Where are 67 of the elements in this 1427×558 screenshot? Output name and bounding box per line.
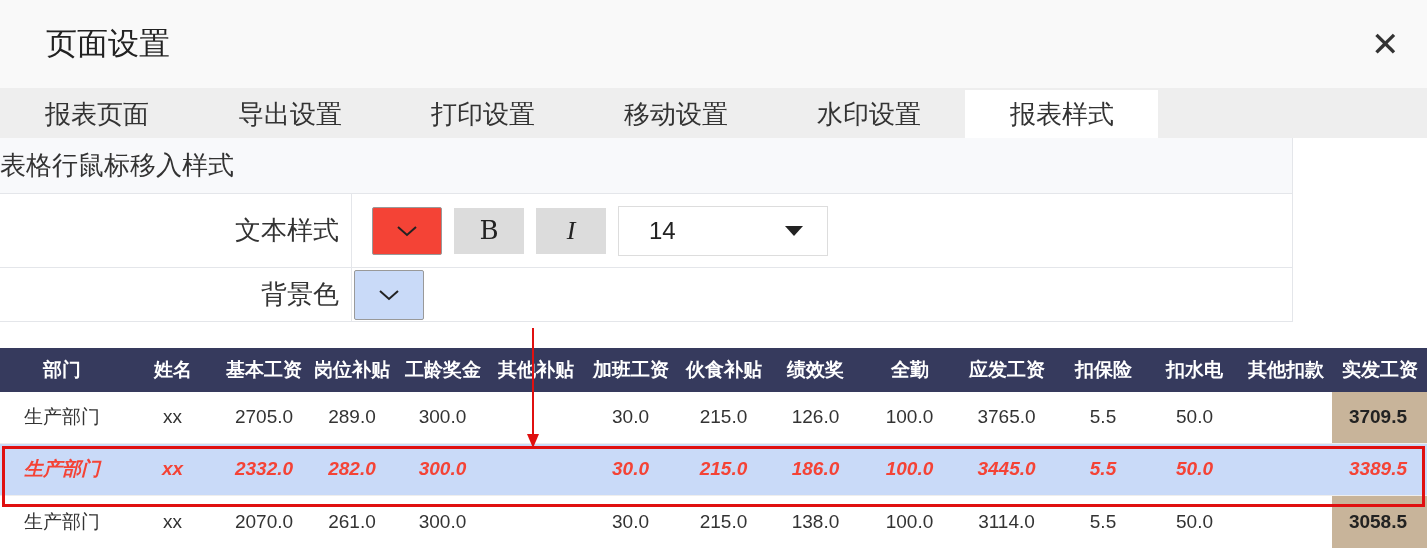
table-cell-text: 282.0 [328,457,376,482]
column-header: 扣水电 [1164,357,1224,382]
table-cell-text: 5.5 [1089,509,1117,534]
table-cell-text: 50.0 [1176,405,1213,430]
text-color-picker[interactable] [372,206,442,255]
table-cell-text: 30.0 [612,509,649,534]
column-header: 加班工资 [591,357,670,382]
table-cell-text: 3114.0 [978,509,1035,534]
table-cell-text: 3709.5 [1348,405,1407,430]
table-cell-text: 300.0 [418,509,467,534]
section-title: 表格行鼠标移入样式 [0,149,234,182]
table-cell-text: 5.5 [1089,405,1117,430]
table-cell-text: 50.0 [1176,509,1213,534]
table-cell-text: 300.0 [418,457,467,482]
field-label: 文本样式 [235,214,339,247]
table-cell-text: 186.0 [791,457,840,482]
table-cell-text: 生产部门 [24,405,100,430]
column-header: 其他扣款 [1246,357,1325,382]
table-cell-text: 30.0 [612,457,649,482]
table-cell-text: 5.5 [1089,457,1117,482]
table-cell-text: 289.0 [328,405,376,430]
bold-button[interactable]: B [454,207,524,254]
table-cell-text: 300.0 [418,405,467,430]
column-header: 工龄奖金 [403,357,482,382]
table-cell-text: 50.0 [1176,457,1213,482]
font-size-select[interactable]: 14 [618,205,828,256]
window-title: 页面设置 [46,24,170,63]
table-cell-text: 138.0 [791,509,840,534]
table-cell-text: 30.0 [612,405,649,430]
column-header: 应发工资 [967,357,1046,382]
table-cell-text: 126.0 [791,405,840,430]
table-cell-text: 2070.0 [234,509,294,534]
table-cell-text: 生产部门 [24,509,100,534]
table-cell-text: 100.0 [885,405,934,430]
dropdown-caret-icon [785,225,803,236]
column-header: 岗位补贴 [313,357,391,382]
table-cell-text: 3389.5 [1348,457,1407,482]
table-cell-text: xx [163,509,182,534]
close-button[interactable]: ✕ [1371,27,1399,61]
column-header: 姓名 [152,357,193,382]
background-color-picker[interactable] [354,269,424,320]
chevron-down-icon [396,224,418,237]
column-header: 扣保险 [1073,357,1133,382]
table-cell-text: 2332.0 [234,457,294,482]
tab[interactable]: 报表样式 [965,90,1158,138]
column-header: 绩效奖 [786,357,845,382]
table-cell-text: 3445.0 [977,457,1036,482]
table-cell-text: 100.0 [885,509,934,534]
table-cell-text: xx [163,405,182,430]
field-label: 背景色 [261,278,339,311]
table-cell-text: 215.0 [699,509,748,534]
table-cell-text: 2705.0 [234,405,294,430]
table-cell-text: 3058.5 [1348,509,1407,534]
table-cell-text: 生产部门 [24,457,100,482]
chevron-down-icon [378,288,400,301]
table-cell-text: 261.0 [328,509,376,534]
column-header: 伙食补贴 [684,357,763,382]
column-header: 全勤 [889,357,930,382]
column-header: 实发工资 [1340,357,1419,382]
table-cell-text: xx [161,457,184,482]
table-cell-text: 100.0 [885,457,934,482]
table-cell-text: 3765.0 [977,405,1036,430]
column-header: 部门 [42,357,82,382]
table-cell-text: 215.0 [699,405,748,430]
column-header: 基本工资 [225,357,303,382]
italic-button[interactable]: I [536,207,606,254]
table-cell-text: 215.0 [699,457,748,482]
